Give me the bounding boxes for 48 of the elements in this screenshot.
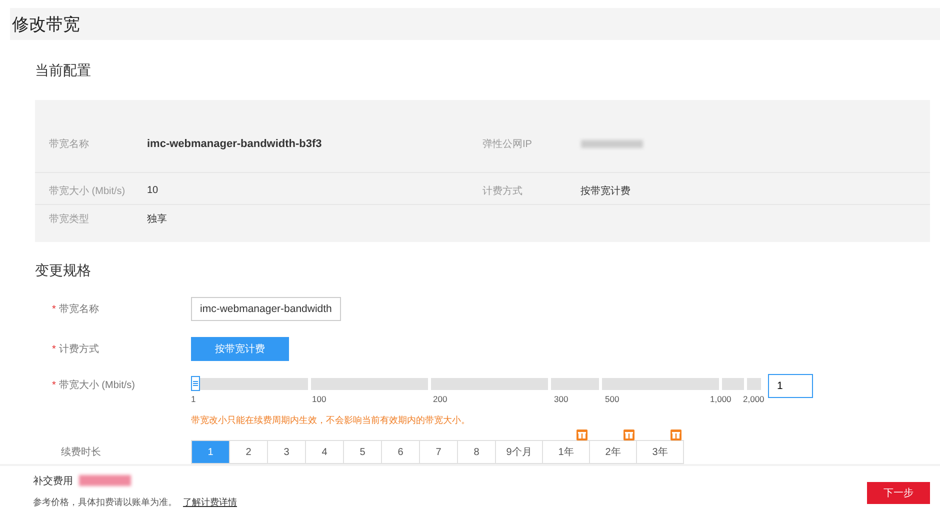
tick-label: 100 — [312, 394, 326, 404]
required-mark: * — [52, 344, 56, 355]
info-label: 带宽大小 (Mbit/s) — [49, 184, 126, 198]
duration-option[interactable]: 1年 — [542, 441, 589, 463]
duration-option[interactable]: 7 — [419, 441, 457, 463]
info-value: imc-webmanager-bandwidth-b3f3 — [147, 138, 322, 150]
bandwidth-input[interactable]: 1 — [768, 374, 813, 398]
tick-label: 500 — [605, 394, 620, 404]
info-label: 计费方式 — [482, 184, 524, 198]
info-label: 弹性公网IP — [482, 138, 533, 151]
page-title: 修改带宽 — [11, 14, 80, 36]
blurred-value — [79, 475, 131, 486]
name-field[interactable]: imc-webmanager-bandwidth — [191, 297, 341, 321]
field-label: 带宽大小 (Mbit/s) — [58, 380, 136, 391]
pricing-link[interactable]: 了解计费详情 — [183, 496, 237, 506]
required-mark: * — [52, 380, 56, 391]
info-label: 带宽类型 — [49, 212, 90, 226]
fee-label: 补交费用 — [33, 474, 73, 488]
duration-option[interactable]: 6 — [381, 441, 419, 463]
duration-option[interactable]: 4 — [305, 441, 343, 463]
slider-track[interactable] — [191, 378, 761, 390]
duration-option[interactable]: 3 — [267, 441, 305, 463]
info-value: 按带宽计费 — [580, 184, 630, 198]
duration-option[interactable]: 3年 — [636, 441, 683, 463]
info-label: 带宽名称 — [49, 138, 90, 151]
note-text: 参考价格，具体扣费请以账单为准。 — [33, 496, 177, 506]
duration-option[interactable]: 5 — [343, 441, 381, 463]
hint-text: 带宽改小只能在续费周期内生效，不会影响当前有效期内的带宽大小。 — [191, 414, 471, 427]
tick-label: 300 — [554, 394, 568, 404]
field-label: 续费时长 — [60, 446, 102, 459]
tick-label: 200 — [433, 394, 448, 404]
info-value: 独享 — [147, 212, 167, 226]
blurred-value — [580, 140, 642, 148]
tick-label: 2,000 — [743, 394, 764, 404]
slider-thumb[interactable] — [191, 376, 200, 391]
duration-option[interactable]: 2年 — [589, 441, 636, 463]
section-title: 变更规格 — [35, 262, 92, 280]
field-label: 计费方式 — [58, 344, 99, 355]
duration-option[interactable]: 9个月 — [495, 441, 542, 463]
field-label: 带宽名称 — [58, 304, 99, 315]
duration-option[interactable]: 8 — [457, 441, 495, 463]
tick-label: 1 — [191, 394, 196, 404]
next-button[interactable]: 下一步 — [867, 482, 930, 504]
tick-label: 1,000 — [710, 394, 732, 404]
required-mark: * — [52, 304, 56, 315]
info-value: 10 — [147, 185, 158, 196]
section-title: 当前配置 — [35, 62, 92, 80]
duration-option[interactable]: 2 — [229, 441, 267, 463]
